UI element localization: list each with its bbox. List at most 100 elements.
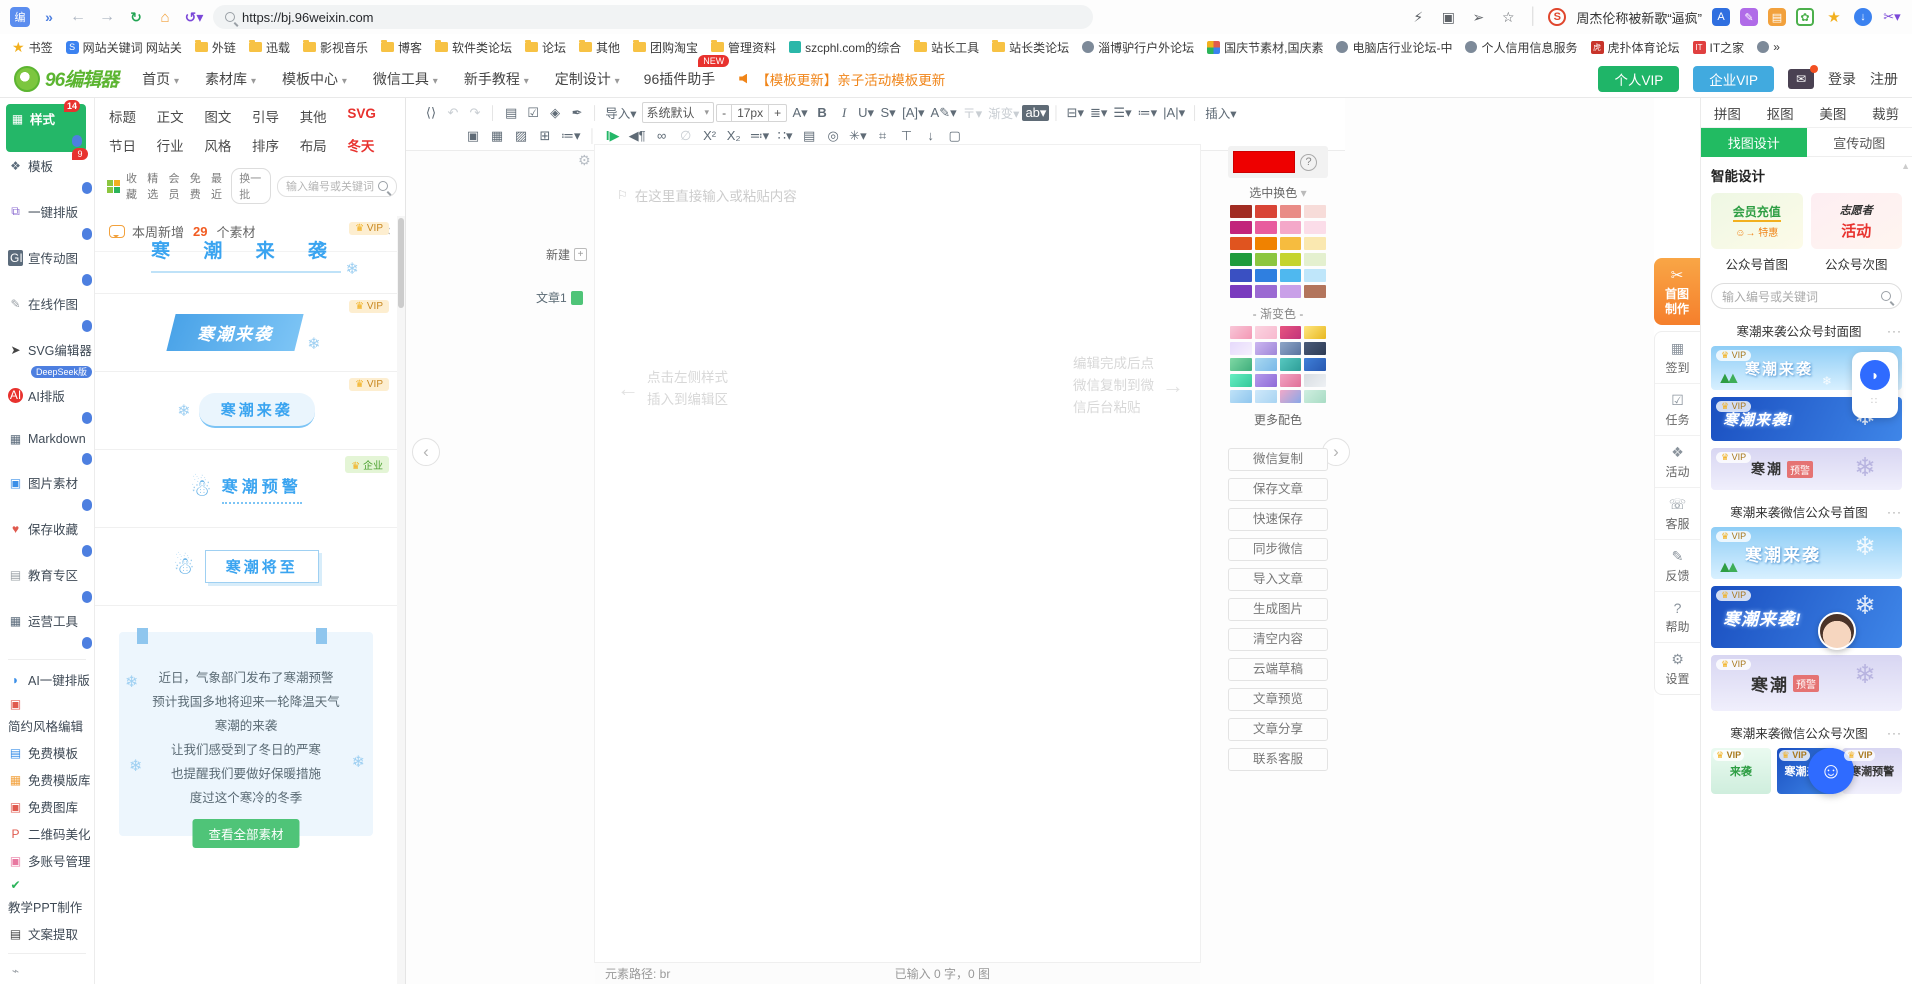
gradient-icon[interactable]: 渐变▾ (985, 103, 1022, 122)
action-button[interactable]: 文章分享 (1228, 718, 1328, 741)
paste-icon[interactable]: ▤ (798, 128, 820, 144)
translate-extension-icon[interactable]: A (1712, 8, 1730, 26)
export-doc-icon[interactable]: ▤ (500, 105, 522, 121)
color-swatch[interactable] (1280, 205, 1302, 218)
separator[interactable]: │ (1049, 105, 1063, 120)
register-link[interactable]: 注册 (1870, 69, 1898, 89)
align-icon[interactable]: ☰▾ (1110, 105, 1134, 121)
sidebar-item[interactable]: ♥ 保存收藏 (6, 515, 94, 561)
view-all-button[interactable]: 查看全部素材 (192, 819, 299, 848)
tab-find-design[interactable]: 找图设计 (1701, 128, 1807, 157)
action-button[interactable]: 文章预览 (1228, 688, 1328, 711)
bookmark-item[interactable]: ★ 书签 (12, 39, 53, 56)
bookmark-item[interactable]: 站长工具 (914, 39, 979, 56)
action-button[interactable]: 保存文章 (1228, 478, 1328, 501)
help-icon[interactable]: ? (1300, 154, 1317, 171)
action-button[interactable]: 快速保存 (1228, 508, 1328, 531)
filter-link[interactable]: 最近 (211, 170, 225, 202)
scissors-icon[interactable]: ✂▾ (1882, 7, 1902, 27)
tab-overflow-icon[interactable]: » (39, 7, 59, 27)
category-tab[interactable]: 正文 (157, 106, 205, 126)
sidebar-item[interactable]: ▦ Markdown (6, 428, 94, 469)
separator[interactable]: │ (1188, 105, 1202, 120)
bold-icon[interactable]: B (811, 105, 833, 120)
style-template-card[interactable]: ☃ 寒潮将至 (95, 528, 397, 606)
category-tab[interactable]: 其他 (300, 106, 348, 126)
personal-vip-button[interactable]: 个人VIP (1598, 66, 1679, 92)
color-swatch[interactable] (1304, 221, 1326, 234)
sidebar-item[interactable]: ❖ 模板 9 (6, 152, 94, 198)
color-swatch[interactable] (1280, 253, 1302, 266)
format-clean-icon[interactable]: ✳▾ (846, 128, 869, 144)
color-swatch[interactable] (1280, 269, 1302, 282)
gallery-icon[interactable]: ▦ (486, 128, 508, 144)
bookmark-item[interactable]: 站长类论坛 (992, 39, 1069, 56)
font-color-icon[interactable]: A▾ (789, 105, 811, 121)
undo-icon[interactable]: ↶ (442, 105, 464, 121)
bookmark-item[interactable]: 淄博驴行户外论坛 (1082, 39, 1194, 56)
color-swatch[interactable] (1280, 221, 1302, 234)
gradient-swatch[interactable] (1255, 374, 1277, 387)
sidebar-item[interactable]: P 二维码美化 (6, 820, 94, 847)
sidebar-item[interactable]: ▤ 免费模板 (6, 739, 94, 766)
nav-plugin-helper[interactable]: 96插件助手 NEW (644, 69, 716, 89)
sidebar-item[interactable]: ▣ 简约风格编辑 (6, 693, 94, 739)
line-spacing-icon[interactable]: ≣▾ (1087, 105, 1110, 121)
bookmark-item[interactable]: 影视音乐 (303, 39, 368, 56)
sidebar-item[interactable]: ▤ 文案提取 (6, 920, 94, 947)
redo-icon[interactable]: ↷ (464, 105, 486, 121)
gradient-swatch[interactable] (1230, 374, 1252, 387)
text-width-icon[interactable]: |A|▾ (1160, 105, 1188, 121)
color-swatch[interactable] (1255, 253, 1277, 266)
color-swatch[interactable] (1304, 237, 1326, 250)
cover-thumbnail[interactable]: ♛ VIP 寒潮 预警 ❄ (1711, 448, 1902, 490)
mail-icon[interactable]: ✉ (1788, 69, 1814, 89)
background-icon[interactable]: ▨ (510, 128, 532, 144)
share-icon[interactable]: ➢ (1468, 7, 1488, 27)
support-avatar[interactable] (1818, 612, 1856, 650)
nav-menu-item[interactable]: 素材库 ▾ (205, 69, 256, 89)
floating-chat-widget[interactable]: ◗ ∷ (1852, 352, 1898, 418)
design-search-input[interactable]: 输入编号或关键词 (1711, 283, 1902, 309)
filter-link[interactable]: 免费 (190, 170, 204, 202)
category-tab[interactable]: 布局 (300, 135, 348, 155)
nav-menu-item[interactable]: 微信工具 ▾ (373, 69, 438, 89)
text-direction-icon[interactable]: ◀¶ (626, 128, 649, 144)
superscript-icon[interactable]: X² (699, 128, 721, 143)
gradient-swatch[interactable] (1280, 374, 1302, 387)
color-swatch[interactable] (1230, 285, 1252, 298)
color-swatch[interactable] (1255, 205, 1277, 218)
bookmark-item[interactable]: » (1757, 40, 1780, 54)
cover-thumbnail[interactable]: ♛ VIP ▲ 寒潮来袭 ❄ (1711, 527, 1902, 579)
category-tab[interactable]: 节日 (109, 135, 157, 155)
color-swatch[interactable] (1230, 237, 1252, 250)
style-template-card[interactable]: ♛ VIP ❄ 寒潮来袭 (95, 372, 397, 450)
sogou-icon[interactable]: S (1548, 8, 1566, 26)
action-button[interactable]: 云端草稿 (1228, 658, 1328, 681)
download-circle-icon[interactable]: ↓ (1854, 8, 1872, 26)
category-tab[interactable]: 标题 (109, 106, 157, 126)
right-tab[interactable]: ❖ 活动 (1655, 436, 1700, 488)
sidebar-item[interactable]: ▦ 运营工具 (6, 607, 94, 653)
reader-icon[interactable]: ▣ (1438, 7, 1458, 27)
insert-menu[interactable]: 插入▾ (1202, 103, 1239, 122)
color-swatch[interactable] (1304, 269, 1326, 282)
sidebar-item[interactable]: ⧉ 一键排版 (6, 198, 94, 244)
color-swatch[interactable] (1304, 253, 1326, 266)
margin-icon[interactable]: ⊟▾ (1064, 105, 1087, 121)
highlight-icon[interactable]: A✎▾ (928, 105, 960, 121)
browser-app-icon[interactable]: 编 (10, 7, 30, 27)
filter-link[interactable]: 会员 (169, 170, 183, 202)
gradient-swatch[interactable] (1304, 326, 1326, 339)
gradient-swatch[interactable] (1255, 326, 1277, 339)
bookmark-item[interactable]: 国庆节素材,国庆素 (1207, 39, 1323, 56)
eraser-icon[interactable]: ◈ (544, 105, 566, 121)
cover-thumbnail[interactable]: ♛ VIP 寒潮 预警 ❄ (1711, 655, 1902, 711)
sidebar-item[interactable]: ▣ 免费图库 (6, 793, 94, 820)
forward-icon[interactable]: → (97, 7, 117, 27)
bookmark-item[interactable]: szcphl.com的综合 (789, 39, 901, 56)
indent-icon[interactable]: ≔▾ (1135, 105, 1161, 121)
history-icon[interactable]: ↺▾ (184, 7, 204, 27)
plugin-extension-icon[interactable]: ✿ (1796, 8, 1814, 26)
bookmark-item[interactable]: 论坛 (525, 39, 566, 56)
